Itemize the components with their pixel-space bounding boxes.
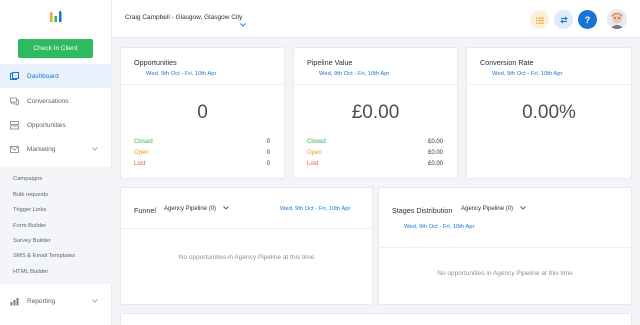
stat-label-closed: Closed — [134, 139, 153, 145]
conversion-rate-value: 0.00% — [522, 102, 576, 123]
app-logo-icon[interactable] — [49, 9, 63, 23]
sidebar-item-label: Conversations — [27, 97, 69, 105]
divider — [379, 247, 631, 248]
sidebar-item-conversations[interactable]: Conversations — [0, 89, 112, 113]
next-card — [120, 313, 632, 325]
empty-state-message: No opportunities in Agency Pipeline at t… — [178, 254, 315, 261]
chevron-down-icon — [222, 206, 229, 212]
opportunities-card: Opportunities Wed, 9th Oct - Fri, 10th A… — [120, 47, 285, 179]
mail-icon — [10, 145, 19, 154]
sidebar-item-reporting[interactable]: Reporting — [0, 289, 112, 313]
list-icon — [535, 11, 544, 29]
stat-value-lost: 0 — [266, 161, 270, 167]
check-in-client-button[interactable]: Check In Client — [18, 39, 93, 58]
stat-label-closed: Closed — [307, 139, 326, 145]
stat-value-closed: £0.00 — [427, 139, 443, 145]
pipeline-select[interactable]: Agency Pipeline (0) — [164, 206, 229, 212]
date-range-link[interactable]: Wed, 9th Oct - Fri, 10th Apr — [146, 71, 216, 77]
sidebar-item-label: Marketing — [27, 145, 56, 153]
stat-label-open: Open — [134, 150, 149, 156]
marketing-submenu: Campaigns Bulk requests Trigger Links Fo… — [0, 167, 112, 284]
list-button[interactable] — [530, 10, 549, 29]
pipeline-select[interactable]: Agency Pipeline (0) — [461, 206, 526, 212]
sidebar-item-label: Reporting — [27, 297, 56, 305]
empty-state-message: No opportunities in Agency Pipeline at t… — [437, 270, 573, 277]
sidebar: Check In Client Dashboard Conversations … — [0, 0, 112, 325]
reporting-icon — [10, 297, 19, 306]
switch-button[interactable] — [554, 10, 573, 29]
chevron-down-icon — [519, 206, 526, 212]
submenu-item-bulk-requests[interactable]: Bulk requests — [13, 192, 48, 198]
stat-value-closed: 0 — [266, 139, 270, 145]
stat-label-lost: Lost — [307, 161, 319, 167]
pipeline-value: £0.00 — [351, 102, 400, 123]
stat-value-open: 0 — [266, 150, 270, 156]
card-title: Stages Distribution — [392, 206, 453, 215]
card-title: Pipeline Value — [307, 58, 353, 67]
divider — [467, 84, 631, 85]
date-range-link[interactable]: Wed, 9th Oct - Fri, 10th Apr — [319, 71, 389, 77]
stat-value-lost: £0.00 — [427, 161, 443, 167]
sidebar-item-label: Opportunities — [27, 121, 66, 129]
location-switcher[interactable]: Craig Campbell - Glasgow, Glasgow City — [125, 14, 242, 21]
card-title: Funnel — [134, 206, 156, 215]
opportunities-count: 0 — [197, 102, 208, 123]
top-bar: Craig Campbell - Glasgow, Glasgow City ? — [112, 0, 640, 38]
stat-value-open: £0.00 — [427, 150, 443, 156]
help-button[interactable]: ? — [578, 10, 597, 29]
submenu-item-survey-builder[interactable]: Survey Builder — [13, 238, 51, 244]
swap-arrows-icon — [559, 11, 568, 29]
submenu-item-campaigns[interactable]: Campaigns — [13, 176, 42, 182]
stat-label-lost: Lost — [134, 161, 146, 167]
chat-icon — [10, 97, 19, 106]
card-title: Conversion Rate — [480, 58, 534, 67]
stat-label-open: Open — [307, 150, 322, 156]
submenu-item-sms-email-templates[interactable]: SMS & Email Templates — [13, 253, 75, 259]
funnel-card: Funnel Agency Pipeline (0) Wed, 9th Oct … — [120, 187, 373, 305]
pipeline-select-value: Agency Pipeline (0) — [461, 206, 514, 212]
card-title: Opportunities — [134, 58, 177, 67]
avatar[interactable] — [607, 9, 627, 29]
date-range-link[interactable]: Wed, 9th Oct - Fri, 10th Apr — [280, 206, 350, 212]
chevron-down-icon — [92, 298, 98, 305]
date-range-link[interactable]: Wed, 9th Oct - Fri, 10th Apr — [492, 71, 562, 77]
sidebar-item-label: Dashboard — [27, 72, 59, 80]
submenu-item-html-builder[interactable]: HTML Builder — [13, 269, 48, 275]
chevron-down-icon[interactable] — [240, 14, 246, 32]
conversion-rate-card: Conversion Rate Wed, 9th Oct - Fri, 10th… — [466, 47, 632, 179]
chevron-down-icon — [92, 146, 98, 153]
pipeline-value-card: Pipeline Value Wed, 9th Oct - Fri, 10th … — [293, 47, 458, 179]
date-range-link[interactable]: Wed, 9th Oct - Fri, 10th Apr — [404, 224, 474, 230]
divider — [121, 228, 372, 229]
submenu-item-form-builder[interactable]: Form Builder — [13, 223, 46, 229]
sidebar-item-dashboard[interactable]: Dashboard — [0, 64, 112, 88]
divider — [294, 84, 457, 85]
divider — [121, 84, 284, 85]
pipeline-select-value: Agency Pipeline (0) — [164, 206, 217, 212]
sidebar-item-opportunities[interactable]: Opportunities — [0, 113, 112, 137]
sidebar-item-marketing[interactable]: Marketing — [0, 137, 112, 161]
dashboard-icon — [10, 71, 19, 81]
opportunities-icon — [10, 120, 19, 130]
user-avatar-icon — [607, 9, 627, 29]
submenu-item-trigger-links[interactable]: Trigger Links — [13, 207, 46, 213]
stages-distribution-card: Stages Distribution Agency Pipeline (0) … — [378, 187, 632, 305]
